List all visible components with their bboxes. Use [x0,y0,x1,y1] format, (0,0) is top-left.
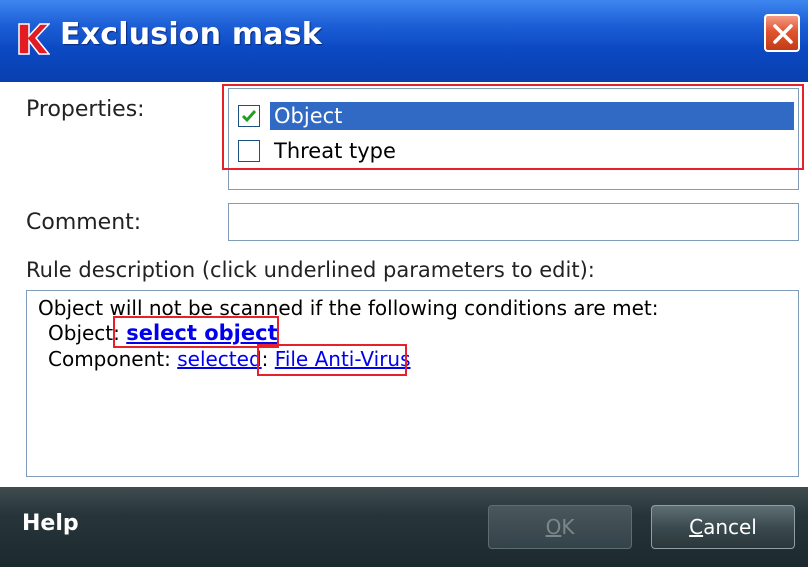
component-selected-link[interactable]: selected [177,347,261,371]
threat-type-checkbox[interactable] [238,140,260,162]
property-item-object[interactable]: Object [232,99,794,133]
rule-object-line: Object: select object [48,321,278,345]
ok-button[interactable]: OK [488,505,632,549]
file-anti-virus-link[interactable]: File Anti-Virus [275,347,411,371]
rule-description-label: Rule description (click underlined param… [26,258,595,282]
title-bar[interactable]: Exclusion mask [0,0,808,82]
select-object-link[interactable]: select object [126,321,277,345]
rule-description-line1: Object will not be scanned if the follow… [38,296,659,320]
object-checkbox[interactable] [238,105,260,127]
exclusion-mask-dialog: Exclusion mask Properties: Object Threat… [0,0,808,567]
property-item-label: Object [270,102,794,130]
ok-label-rest: K [561,515,575,539]
close-button[interactable] [764,14,800,52]
dialog-title: Exclusion mask [60,17,322,52]
help-link[interactable]: Help [22,511,79,536]
property-item-threat-type[interactable]: Threat type [232,134,400,168]
comment-input[interactable] [228,203,799,241]
cancel-accelerator: C [689,515,704,539]
close-icon [773,24,793,44]
rule-object-prefix: Object: [48,321,127,345]
ok-accelerator: O [545,515,562,539]
rule-component-separator: : [261,347,275,371]
properties-label: Properties: [26,97,145,122]
dialog-footer: Help OK Cancel [0,487,808,567]
kaspersky-k-icon [18,23,50,55]
comment-label: Comment: [26,210,142,235]
cancel-button[interactable]: Cancel [651,505,795,549]
cancel-label-rest: ancel [703,515,757,539]
property-item-label: Threat type [274,139,396,163]
checkmark-icon [241,110,257,123]
rule-component-prefix: Component: [48,347,178,371]
rule-component-line: Component: selected: File Anti-Virus [48,347,411,371]
